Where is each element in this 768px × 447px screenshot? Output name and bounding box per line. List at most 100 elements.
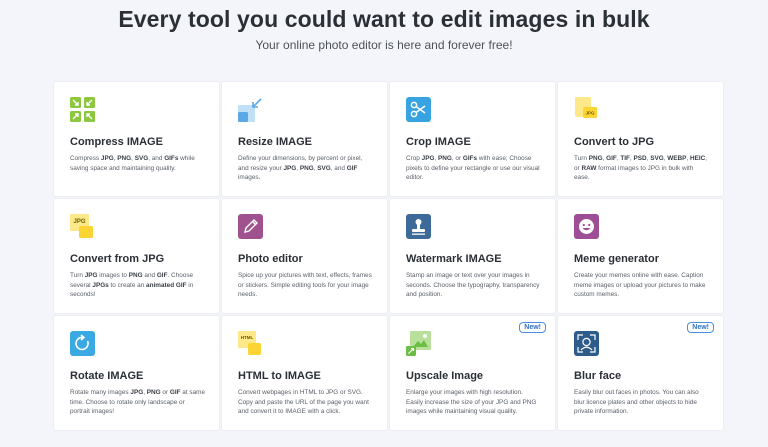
format-highlight: GIF [156,272,168,279]
format-highlight: PNG [299,164,314,172]
format-highlight: JPG [130,389,144,396]
tool-card-photo_editor[interactable]: Photo editor Spice up your pictures with … [222,199,387,313]
tool-title: Compress IMAGE [70,136,163,148]
jpg-file-icon: JPG [574,97,599,122]
format-highlight: GIF [346,164,358,172]
tool-description: Convert webpages in HTML to JPG or SVG. … [238,388,373,417]
tools-grid: Compress IMAGE Compress JPG, PNG, SVG, an… [54,82,725,430]
format-highlight: GIF [169,389,181,396]
desc-text: Spice up your pictures with text, effect… [238,272,372,298]
tool-title: Resize IMAGE [238,136,312,148]
desc-text: images. [238,174,261,181]
desc-text: Create your memes online with ease. Capt… [574,272,706,298]
tool-description: Enlarge your images with high resolution… [406,388,541,417]
tool-description: Turn PNG, GIF, TIF, PSD, SVG, WEBP, HEIC… [574,154,709,183]
format-highlight: animated GIF [146,281,187,289]
meme-face-icon [574,214,599,239]
format-highlight: TIF [620,155,630,162]
tool-title: Rotate IMAGE [70,370,144,382]
tool-title: Watermark IMAGE [406,253,502,265]
format-highlight: PNG [128,272,143,279]
format-highlight: PNG [117,155,132,162]
desc-text: to create an [108,281,147,289]
tool-description: Create your memes online with ease. Capt… [574,271,709,300]
format-highlight: JPG [283,164,297,172]
tool-title: Upscale Image [406,370,484,382]
desc-text: Convert webpages in HTML to JPG or SVG. … [238,389,369,415]
format-highlight: SVG [317,164,331,172]
desc-text: Crop [406,155,422,162]
svg-text:JPG: JPG [585,111,595,116]
format-highlight: JPGs [92,281,109,289]
desc-text: , and [148,155,165,162]
format-highlight: SVG [650,155,664,162]
jpg-convert-icon: JPG [70,214,95,239]
tool-title: Convert to JPG [574,136,655,148]
tool-description: Stamp an image or text over your images … [406,271,541,300]
format-highlight: JPG [421,155,435,162]
rotate-icon [70,331,95,356]
html-file-icon: HTML [238,331,263,356]
desc-text: Turn [574,155,589,162]
tool-title: Crop IMAGE [406,136,471,148]
format-highlight: JPG [100,155,114,162]
desc-text: Compress [70,155,101,162]
compress-icon [70,97,95,122]
tool-description: Turn JPG images to PNG and GIF. Choose s… [70,271,205,300]
format-highlight: WEBP [667,155,687,162]
tool-card-html[interactable]: HTML HTML to IMAGE Convert webpages in HT… [222,316,387,430]
desc-text: Rotate many images [70,389,131,396]
format-highlight: GIF [606,155,617,162]
format-highlight: PNG [438,155,452,162]
tool-description: Define your dimensions, by percent or pi… [238,154,373,183]
desc-text: , and [330,164,347,172]
desc-text: Enlarge your images with high resolution… [406,389,537,415]
svg-text:HTML: HTML [241,335,254,340]
format-highlight: HEIC [690,155,706,162]
stamp-icon [406,214,431,239]
new-badge: New! [519,322,546,333]
format-highlight: SVG [134,155,149,162]
tool-card-rotate[interactable]: Rotate IMAGE Rotate many images JPG, PNG … [54,316,219,430]
desc-text: , or [451,155,463,162]
tool-title: Blur face [574,370,622,382]
format-highlight: JPG [84,272,98,279]
tool-title: Convert from JPG [70,253,165,265]
upscale-icon [406,331,431,356]
desc-text: Turn [70,272,85,279]
hero-title: Every tool you could want to edit images… [118,6,650,32]
tool-card-upscale[interactable]: New! Upscale Image Enlarge your images wi… [390,316,555,430]
pencil-icon [238,214,263,239]
desc-text: or [160,389,170,396]
tool-description: Rotate many images JPG, PNG or GIF at sa… [70,388,205,417]
tool-description: Spice up your pictures with text, effect… [238,271,373,300]
format-highlight: PNG [588,155,603,162]
format-highlight: GIFs [164,155,179,162]
format-highlight: PNG [146,389,161,396]
tool-card-from_jpg[interactable]: JPG Convert from JPG Turn JPG images to P… [54,199,219,313]
tool-title: Photo editor [238,253,303,265]
desc-text: images to [97,272,129,279]
tool-card-resize[interactable]: Resize IMAGE Define your dimensions, by p… [222,82,387,196]
format-highlight: GIFs [462,155,478,162]
tool-card-compress[interactable]: Compress IMAGE Compress JPG, PNG, SVG, an… [54,82,219,196]
tool-title: HTML to IMAGE [238,370,321,382]
tool-description: Easily blur out faces in photos. You can… [574,388,709,417]
new-badge: New! [687,322,714,333]
tool-card-meme[interactable]: Meme generator Create your memes online w… [558,199,723,313]
tool-card-blur[interactable]: New! Blur face Easily blur out faces in p… [558,316,723,430]
desc-text: and [142,272,157,279]
tool-card-watermark[interactable]: Watermark IMAGE Stamp an image or text ov… [390,199,555,313]
hero-subtitle: Your online photo editor is here and for… [255,38,513,52]
resize-icon [238,97,263,122]
format-highlight: RAW [581,164,597,172]
tool-card-to_jpg[interactable]: JPG Convert to JPG Turn PNG, GIF, TIF, PSD… [558,82,723,196]
tool-title: Meme generator [574,253,659,265]
desc-text: Stamp an image or text over your images … [406,272,540,298]
format-highlight: PSD [633,155,647,162]
tool-description: Crop JPG, PNG, or GIFs with ease; Choose… [406,154,541,183]
tool-description: Compress JPG, PNG, SVG, and GIFs while s… [70,154,205,173]
blur-face-icon [574,331,599,356]
tool-card-crop[interactable]: Crop IMAGE Crop JPG, PNG, or GIFs with ea… [390,82,555,196]
svg-text:JPG: JPG [73,219,85,225]
